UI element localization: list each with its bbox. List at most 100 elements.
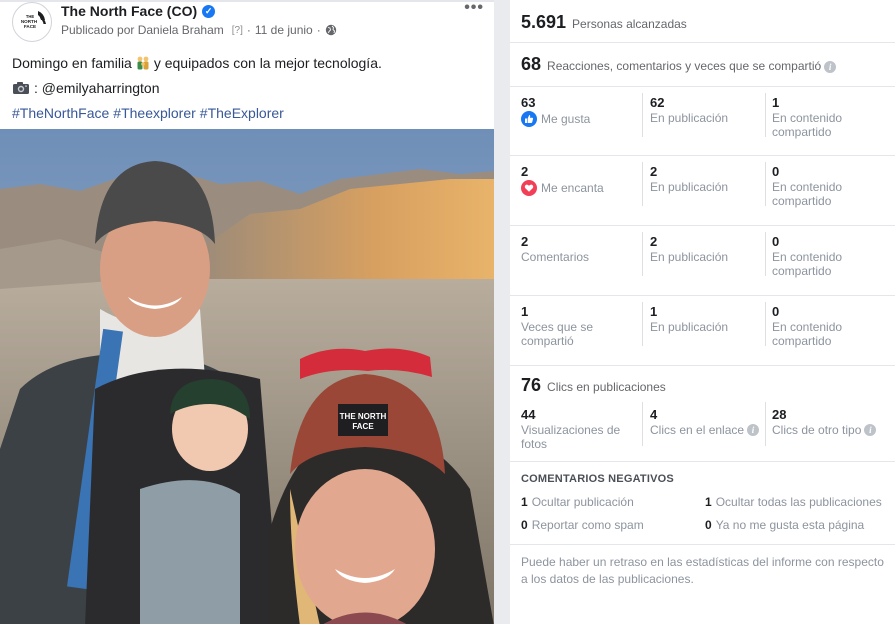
meta-separator: · — [246, 23, 251, 37]
reach-row: 5.691 Personas alcanzadas — [510, 12, 895, 33]
reactions-row-likes: 63 Me gusta 62 En publicación 1 En conte… — [510, 86, 895, 156]
meta-separator: · — [316, 23, 321, 37]
photo-views-value: 44 — [521, 407, 536, 422]
engagement-section: 68 Reacciones, comentarios y veces que s… — [510, 43, 895, 86]
love-on-shares-value: 0 — [772, 164, 780, 179]
column-divider — [494, 0, 510, 624]
reactions-row-comments: 2 Comentarios 2 En publicación 0 En cont… — [510, 226, 895, 296]
clicks-breakdown-row: 44 Visualizaciones de fotos 4 Clics en e… — [510, 396, 895, 462]
hashtag-link[interactable]: #Theexplorer — [113, 104, 196, 122]
svg-text:FACE: FACE — [24, 24, 36, 29]
page-name-row: The North Face (CO) ✓ — [61, 3, 216, 19]
love-icon — [521, 180, 537, 196]
unlike-page-item: 0 Ya no me gusta esta página — [705, 518, 895, 532]
svg-text:THE NORTH: THE NORTH — [340, 412, 387, 421]
post-meta: Publicado por Daniela Braham [?] · 11 de… — [61, 23, 337, 37]
delay-footnote: Puede haber un retraso en las estadístic… — [521, 555, 884, 586]
reach-value: 5.691 — [521, 12, 567, 32]
love-on-post-value: 2 — [650, 164, 658, 179]
shares-on-post-value: 1 — [650, 304, 658, 319]
more-options-icon[interactable]: ••• — [464, 0, 484, 16]
engagement-label: Reacciones, comentarios y veces que se c… — [547, 59, 822, 73]
globe-icon — [325, 24, 336, 36]
likes-on-shares-label: En contenido compartido — [772, 111, 843, 139]
photo-credit: : @emilyaharrington — [34, 79, 160, 96]
report-spam-value: 0 — [521, 518, 528, 532]
shares-on-shares-value: 0 — [772, 304, 780, 319]
likes-total-cell: 63 Me gusta — [510, 87, 642, 155]
comments-on-shares-value: 0 — [772, 234, 780, 249]
negative-feedback-title: COMENTARIOS NEGATIVOS — [521, 473, 674, 485]
report-spam-label: Reportar como spam — [531, 518, 644, 532]
post-photo[interactable]: THE NORTH FACE — [0, 129, 494, 624]
post-text-a: Domingo en familia — [12, 54, 132, 71]
insights-panel: 5.691 Personas alcanzadas 68 Reacciones,… — [510, 0, 895, 624]
comments-on-post-value: 2 — [650, 234, 658, 249]
family-selfie-image: THE NORTH FACE — [0, 129, 494, 624]
love-on-post-label: En publicación — [650, 180, 729, 194]
link-clicks-cell: 4 Clics en el enlace i — [642, 396, 765, 461]
likes-label-text: Me gusta — [541, 112, 591, 126]
likes-on-shares-value: 1 — [772, 95, 780, 110]
reactions-row-love: 2 Me encanta 2 En publicación 0 En conte… — [510, 156, 895, 226]
other-clicks-cell: 28 Clics de otro tipo i — [765, 396, 895, 461]
cell-divider — [642, 302, 643, 346]
help-qmark[interactable]: [?] — [232, 25, 243, 36]
photo-views-label: Visualizaciones de fotos — [521, 423, 621, 451]
love-on-post-cell: 2 En publicación — [642, 156, 765, 225]
camera-icon — [13, 81, 29, 94]
photo-views-cell: 44 Visualizaciones de fotos — [510, 396, 642, 461]
cell-divider — [765, 93, 766, 137]
cell-divider — [765, 402, 766, 446]
post-body: Domingo en familia y equipados con la me… — [12, 50, 482, 125]
hashtag-link[interactable]: #TheNorthFace — [12, 104, 109, 122]
clicks-label: Clics en publicaciones — [547, 380, 666, 394]
hide-all-label: Ocultar todas las publicaciones — [715, 495, 882, 509]
info-icon[interactable]: i — [747, 424, 760, 436]
cell-divider — [765, 232, 766, 276]
published-by[interactable]: Publicado por Daniela Braham — [61, 23, 224, 37]
link-clicks-value: 4 — [650, 407, 658, 422]
shares-on-post-label: En publicación — [650, 320, 729, 334]
hashtag-link[interactable]: #TheExplorer — [200, 104, 284, 122]
likes-label: Me gusta — [521, 111, 642, 127]
unlike-page-value: 0 — [705, 518, 712, 532]
cell-divider — [642, 162, 643, 206]
like-icon — [521, 111, 537, 127]
engagement-row: 68 Reacciones, comentarios y veces que s… — [510, 54, 895, 75]
comments-on-post-cell: 2 En publicación — [642, 226, 765, 295]
shares-label: Veces que se compartió — [521, 320, 594, 348]
info-icon[interactable]: i — [864, 424, 877, 436]
reactions-row-shares: 1 Veces que se compartió 1 En publicació… — [510, 296, 895, 366]
report-spam-item: 0 Reportar como spam — [521, 518, 705, 532]
post-header: THE NORTH FACE The North Face (CO) ✓ Pub… — [12, 0, 494, 46]
comments-label: Comentarios — [521, 250, 590, 264]
post-date[interactable]: 11 de junio — [255, 23, 313, 37]
love-on-shares-cell: 0 En contenido compartido — [765, 156, 895, 225]
page-avatar[interactable]: THE NORTH FACE — [12, 2, 52, 42]
hide-post-label: Ocultar publicación — [531, 495, 634, 509]
north-face-logo-icon: THE NORTH FACE — [15, 5, 49, 39]
svg-text:FACE: FACE — [352, 422, 374, 431]
post-credit-line: : @emilyaharrington — [12, 75, 482, 100]
clicks-value: 76 — [521, 375, 542, 395]
love-on-shares-label: En contenido compartido — [772, 180, 843, 208]
other-clicks-label: Clics de otro tipo i — [772, 423, 895, 437]
shares-on-post-cell: 1 En publicación — [642, 296, 765, 365]
post-text-line: Domingo en familia y equipados con la me… — [12, 50, 482, 75]
cell-divider — [642, 232, 643, 276]
cell-divider — [765, 302, 766, 346]
love-total-cell: 2 Me encanta — [510, 156, 642, 225]
love-label: Me encanta — [521, 180, 642, 196]
shares-total-cell: 1 Veces que se compartió — [510, 296, 642, 365]
shares-total-value: 1 — [521, 304, 529, 319]
engagement-value: 68 — [521, 54, 542, 74]
comments-on-post-label: En publicación — [650, 250, 729, 264]
hide-post-value: 1 — [521, 495, 528, 509]
post-card: THE NORTH FACE The North Face (CO) ✓ Pub… — [0, 0, 494, 624]
info-icon[interactable]: i — [824, 61, 837, 73]
cell-divider — [642, 402, 643, 446]
verified-icon: ✓ — [202, 4, 216, 18]
hide-all-value: 1 — [705, 495, 712, 509]
page-name-link[interactable]: The North Face (CO) — [61, 3, 197, 19]
